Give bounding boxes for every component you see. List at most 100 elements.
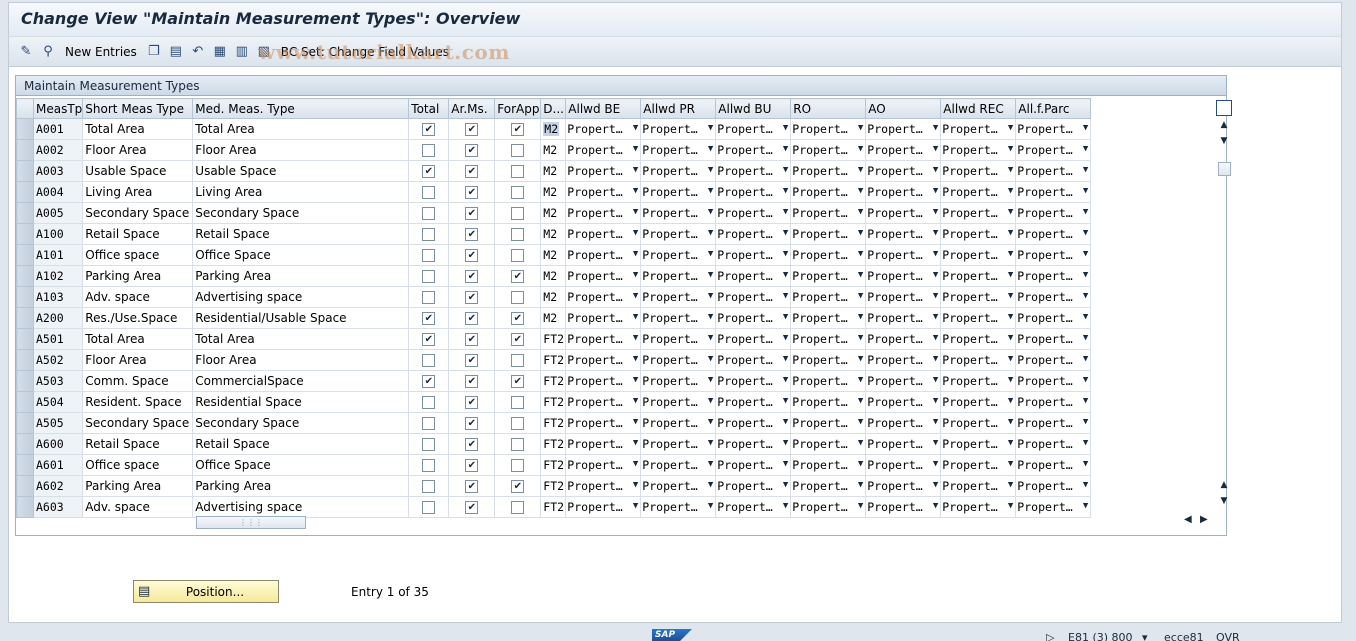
dropdown-arrow-icon[interactable]: ▼ xyxy=(783,144,788,154)
input-mode[interactable]: OVR xyxy=(1216,631,1240,641)
allowed-dropdown[interactable]: Propert… ▼ xyxy=(1015,454,1092,476)
dropdown-arrow-icon[interactable]: ▼ xyxy=(1008,375,1013,385)
dropdown-arrow-icon[interactable]: ▼ xyxy=(858,312,863,322)
total-checkbox-cell[interactable] xyxy=(408,391,450,413)
unit-field[interactable]: FT2 xyxy=(540,370,567,392)
short-meas-type[interactable]: Parking Area xyxy=(82,475,194,497)
allowed-dropdown[interactable]: Propert… ▼ xyxy=(640,349,717,371)
arms-checkbox-cell[interactable]: ✔ xyxy=(448,370,496,392)
horizontal-scrollbar[interactable]: ⋮⋮⋮ ◀ ▶ xyxy=(192,514,1212,530)
short-meas-type[interactable]: Office space xyxy=(82,244,194,266)
total-checkbox-cell[interactable]: ✔ xyxy=(408,328,450,350)
allowed-dropdown[interactable]: Propert… ▼ xyxy=(565,244,642,266)
arms-checkbox-cell[interactable]: ✔ xyxy=(448,412,496,434)
allowed-dropdown[interactable]: Propert… ▼ xyxy=(790,391,867,413)
row-selector[interactable] xyxy=(16,244,34,266)
arms-checkbox-cell[interactable]: ✔ xyxy=(448,454,496,476)
dropdown-arrow-icon[interactable]: ▼ xyxy=(708,144,713,154)
allowed-dropdown[interactable]: Propert… ▼ xyxy=(715,223,792,245)
forapp-checkbox-cell[interactable] xyxy=(494,181,542,203)
forapp-checkbox[interactable]: ✔ xyxy=(511,480,525,493)
column-header[interactable]: D... xyxy=(540,98,567,119)
med-meas-type[interactable]: Parking Area xyxy=(192,265,410,287)
allowed-dropdown[interactable]: Propert… ▼ xyxy=(940,349,1017,371)
arms-checkbox[interactable]: ✔ xyxy=(465,186,479,199)
dropdown-arrow-icon[interactable]: ▼ xyxy=(783,417,788,427)
row-selector[interactable] xyxy=(16,454,34,476)
allowed-dropdown[interactable]: Propert… ▼ xyxy=(940,475,1017,497)
total-checkbox[interactable] xyxy=(422,354,436,367)
dropdown-arrow-icon[interactable]: ▼ xyxy=(1083,228,1088,238)
dropdown-arrow-icon[interactable]: ▼ xyxy=(783,291,788,301)
allowed-dropdown[interactable]: Propert… ▼ xyxy=(715,307,792,329)
dropdown-arrow-icon[interactable]: ▼ xyxy=(1008,417,1013,427)
total-checkbox[interactable] xyxy=(422,396,436,409)
arms-checkbox-cell[interactable]: ✔ xyxy=(448,223,496,245)
allowed-dropdown[interactable]: Propert… ▼ xyxy=(790,118,867,140)
forapp-checkbox[interactable] xyxy=(511,417,525,430)
scroll-up-bottom-icon[interactable]: ▲ xyxy=(1216,480,1232,494)
short-meas-type[interactable]: Floor Area xyxy=(82,349,194,371)
allowed-dropdown[interactable]: Propert… ▼ xyxy=(790,475,867,497)
dropdown-arrow-icon[interactable]: ▼ xyxy=(1083,480,1088,490)
total-checkbox-cell[interactable] xyxy=(408,202,450,224)
dropdown-arrow-icon[interactable]: ▼ xyxy=(1008,123,1013,133)
total-checkbox[interactable] xyxy=(422,438,436,451)
allowed-dropdown[interactable]: Propert… ▼ xyxy=(640,223,717,245)
allowed-dropdown[interactable]: Propert… ▼ xyxy=(715,118,792,140)
forapp-checkbox-cell[interactable] xyxy=(494,391,542,413)
allowed-dropdown[interactable]: Propert… ▼ xyxy=(715,265,792,287)
allowed-dropdown[interactable]: Propert… ▼ xyxy=(1015,370,1092,392)
arms-checkbox[interactable]: ✔ xyxy=(465,270,479,283)
allowed-dropdown[interactable]: Propert… ▼ xyxy=(865,433,942,455)
dropdown-arrow-icon[interactable]: ▼ xyxy=(1083,270,1088,280)
total-checkbox[interactable] xyxy=(422,480,436,493)
dropdown-arrow-icon[interactable]: ▼ xyxy=(783,396,788,406)
dropdown-arrow-icon[interactable]: ▼ xyxy=(783,480,788,490)
column-header[interactable]: MeasTp xyxy=(32,98,84,119)
arms-checkbox-cell[interactable]: ✔ xyxy=(448,244,496,266)
arms-checkbox-cell[interactable]: ✔ xyxy=(448,433,496,455)
arms-checkbox-cell[interactable]: ✔ xyxy=(448,475,496,497)
allowed-dropdown[interactable]: Propert… ▼ xyxy=(865,349,942,371)
allowed-dropdown[interactable]: Propert… ▼ xyxy=(565,328,642,350)
dropdown-arrow-icon[interactable]: ▼ xyxy=(933,123,938,133)
dropdown-arrow-icon[interactable]: ▼ xyxy=(633,165,638,175)
med-meas-type[interactable]: Total Area xyxy=(192,118,410,140)
system-info[interactable]: E81 (3) 800 xyxy=(1068,631,1133,641)
allowed-dropdown[interactable]: Propert… ▼ xyxy=(640,475,717,497)
copy-icon[interactable]: ❐ xyxy=(145,43,163,61)
unit-field[interactable]: M2 xyxy=(540,181,567,203)
total-checkbox[interactable]: ✔ xyxy=(422,312,436,325)
dropdown-arrow-icon[interactable]: ▼ xyxy=(1083,249,1088,259)
allowed-dropdown[interactable]: Propert… ▼ xyxy=(1015,475,1092,497)
short-meas-type[interactable]: Usable Space xyxy=(82,160,194,182)
dropdown-arrow-icon[interactable]: ▼ xyxy=(708,333,713,343)
dropdown-arrow-icon[interactable]: ▼ xyxy=(1083,144,1088,154)
allowed-dropdown[interactable]: Propert… ▼ xyxy=(640,328,717,350)
dropdown-arrow-icon[interactable]: ▼ xyxy=(858,459,863,469)
allowed-dropdown[interactable]: Propert… ▼ xyxy=(640,286,717,308)
allowed-dropdown[interactable]: Propert… ▼ xyxy=(865,139,942,161)
allowed-dropdown[interactable]: Propert… ▼ xyxy=(640,412,717,434)
allowed-dropdown[interactable]: Propert… ▼ xyxy=(565,307,642,329)
horizontal-scroll-thumb[interactable]: ⋮⋮⋮ xyxy=(196,516,306,529)
column-header[interactable]: Allwd BE xyxy=(565,98,642,119)
allowed-dropdown[interactable]: Propert… ▼ xyxy=(1015,328,1092,350)
dropdown-arrow-icon[interactable]: ▼ xyxy=(633,375,638,385)
dropdown-arrow-icon[interactable]: ▼ xyxy=(783,165,788,175)
allowed-dropdown[interactable]: Propert… ▼ xyxy=(565,265,642,287)
dropdown-arrow-icon[interactable]: ▼ xyxy=(633,417,638,427)
allowed-dropdown[interactable]: Propert… ▼ xyxy=(565,391,642,413)
short-meas-type[interactable]: Secondary Space xyxy=(82,412,194,434)
dropdown-arrow-icon[interactable]: ▼ xyxy=(1083,396,1088,406)
row-selector[interactable] xyxy=(16,139,34,161)
allowed-dropdown[interactable]: Propert… ▼ xyxy=(790,412,867,434)
allowed-dropdown[interactable]: Propert… ▼ xyxy=(940,181,1017,203)
arms-checkbox[interactable]: ✔ xyxy=(465,480,479,493)
allowed-dropdown[interactable]: Propert… ▼ xyxy=(940,454,1017,476)
total-checkbox[interactable] xyxy=(422,249,436,262)
scroll-down-bottom-icon[interactable]: ▼ xyxy=(1216,496,1232,510)
dropdown-arrow-icon[interactable]: ▼ xyxy=(1083,123,1088,133)
row-selector[interactable] xyxy=(16,223,34,245)
